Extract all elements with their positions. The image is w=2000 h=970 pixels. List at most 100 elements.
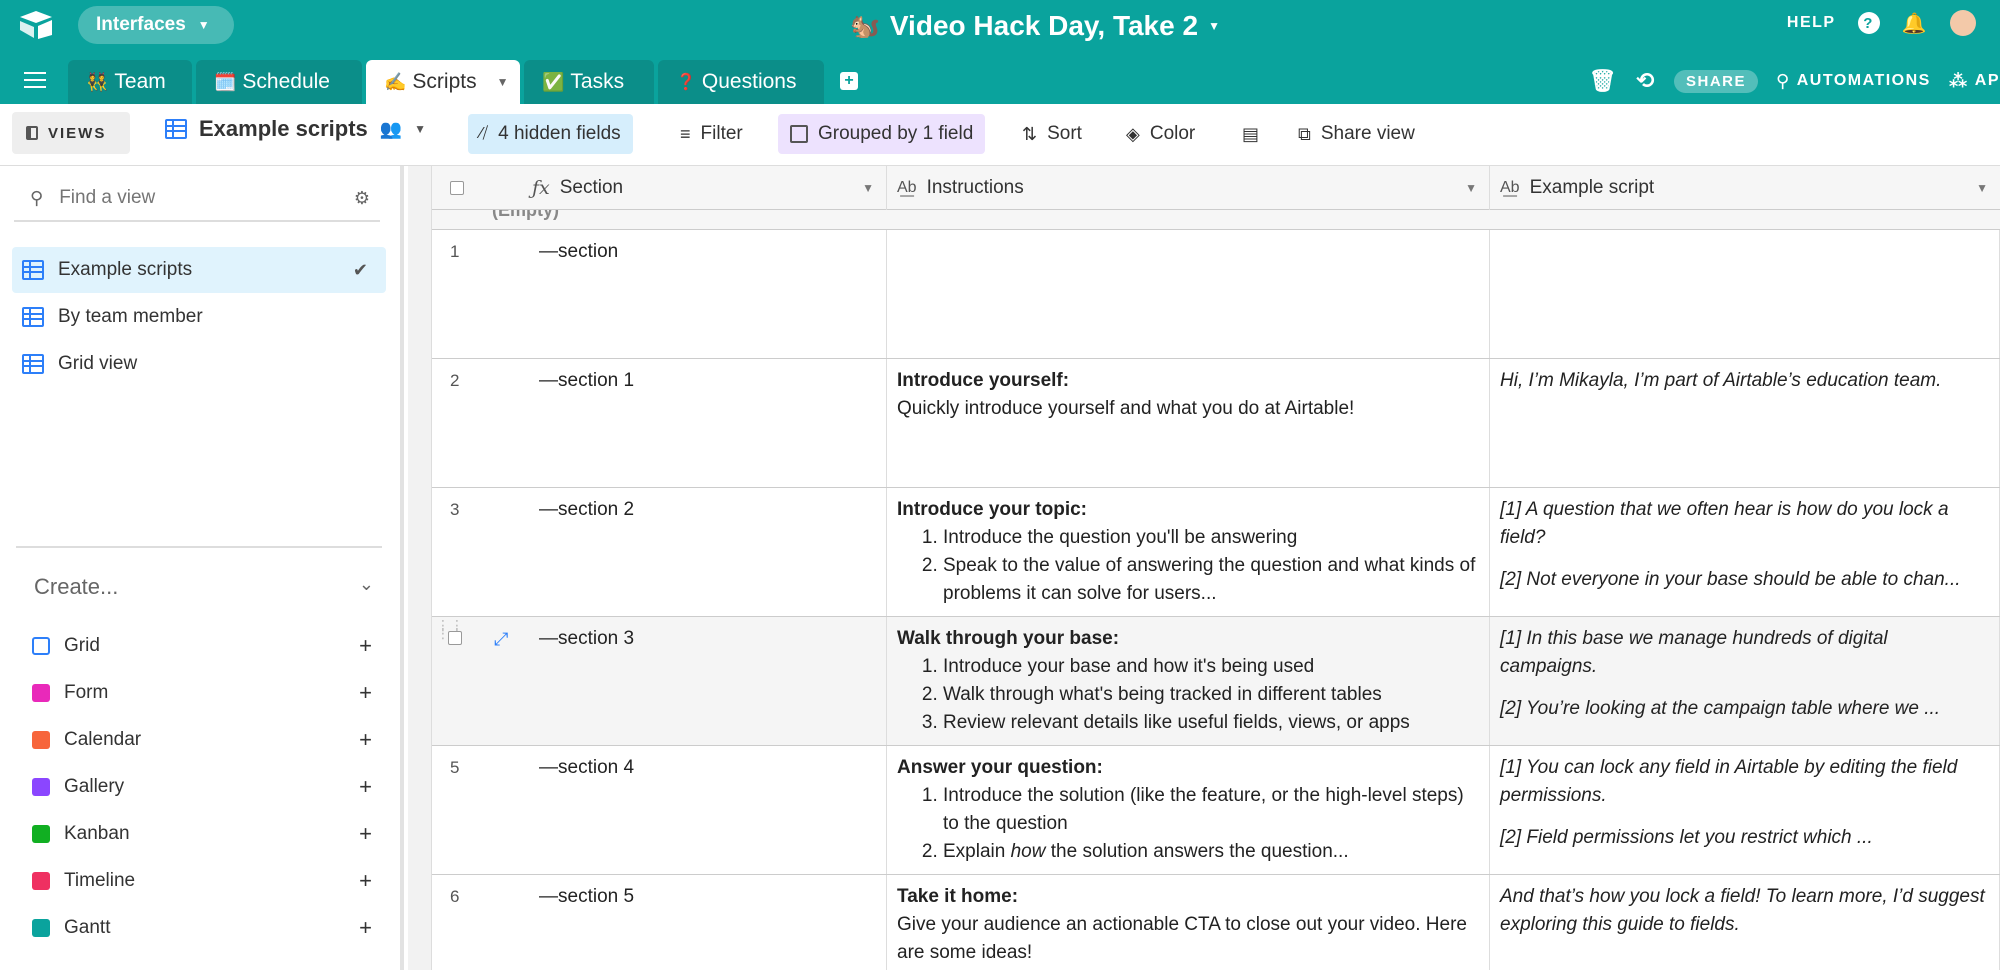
create-section-header[interactable]: Create... ⌄ — [34, 574, 374, 600]
avatar[interactable] — [1950, 10, 1976, 36]
create-timeline[interactable]: Timeline + — [32, 861, 372, 901]
section-value: —section 1 — [539, 370, 635, 391]
create-gantt[interactable]: Gantt + — [32, 908, 372, 948]
section-cell[interactable]: —section 1 — [432, 359, 887, 487]
table-row[interactable]: ⋮⋮⋮⋮ ⤢ —section 3 Walk through your base… — [432, 617, 2000, 746]
views-toggle-button[interactable]: VIEWS — [12, 112, 130, 154]
row-height-button[interactable]: ▤ — [1230, 114, 1271, 154]
section-value: —section — [539, 241, 619, 262]
instructions-cell[interactable]: Introduce your topic: Introduce the ques… — [887, 488, 1490, 616]
table-row[interactable]: 6 —section 5 Take it home: Give your aud… — [432, 875, 2000, 970]
help-label[interactable]: HELP — [1787, 14, 1836, 32]
share-view-label: Share view — [1320, 123, 1415, 144]
help-icon[interactable]: ? — [1857, 12, 1880, 34]
create-grid[interactable]: Grid + — [32, 626, 372, 666]
example-script-cell[interactable]: [1] You can lock any field in Airtable b… — [1490, 746, 2000, 874]
column-header-example-script[interactable]: A͟b Example script ▼ — [1490, 166, 2000, 210]
create-calendar[interactable]: Calendar + — [32, 720, 372, 760]
add-table-plus-icon[interactable]: + — [840, 72, 858, 90]
sidebar-item-example-scripts[interactable]: Example scripts ✔ — [12, 247, 386, 293]
plus-icon: + — [359, 680, 372, 705]
section-cell[interactable]: —section 4 — [432, 746, 887, 874]
column-label: Example script — [1529, 177, 1655, 198]
list-item: Review relevant details like useful fiel… — [943, 709, 1479, 737]
example-script-text: And that’s how you lock a field! To lear… — [1500, 886, 1985, 935]
instructions-cell[interactable]: Walk through your base: Introduce your b… — [887, 617, 1490, 745]
section-value: —section 3 — [539, 628, 635, 649]
section-cell[interactable]: —section 5 — [432, 875, 887, 970]
example-script-cell[interactable]: [1] In this base we manage hundreds of d… — [1490, 617, 2000, 745]
tab-team[interactable]: 👯 Team — [68, 60, 192, 104]
find-view-input[interactable] — [57, 186, 328, 210]
chevron-down-icon[interactable]: ▼ — [497, 75, 509, 89]
example-script-cell[interactable]: Hi, I’m Mikayla, I’m part of Airtable’s … — [1490, 359, 2000, 487]
base-title-button[interactable]: 🐿️ Video Hack Day, Take 2 ▼ — [850, 6, 1220, 46]
sort-button[interactable]: ⇅ Sort — [1010, 114, 1094, 154]
example-script-cell[interactable] — [1490, 230, 2000, 358]
create-item-label: Gantt — [64, 917, 111, 938]
create-form[interactable]: Form + — [32, 673, 372, 713]
menu-icon[interactable] — [24, 72, 46, 88]
chevron-down-icon[interactable]: ▼ — [862, 181, 874, 195]
example-script-cell[interactable]: [1] A question that we often hear is how… — [1490, 488, 2000, 616]
chevron-down-icon: ⌄ — [358, 574, 374, 594]
airtable-logo-icon[interactable] — [18, 10, 54, 40]
tab-schedule[interactable]: 🗓️ Schedule — [196, 60, 362, 104]
share-view-button[interactable]: ⧉ Share view — [1286, 114, 1427, 154]
create-item-label: Kanban — [64, 823, 130, 844]
tab-scripts[interactable]: ✍️ Scripts ▼ — [366, 60, 520, 104]
tab-tasks[interactable]: ✅ Tasks — [524, 60, 654, 104]
list-item: Explain how the solution answers the que… — [943, 838, 1479, 866]
select-all-checkbox[interactable] — [450, 181, 464, 195]
color-button[interactable]: ◈ Color — [1114, 114, 1207, 154]
interfaces-button[interactable]: Interfaces ▼ — [78, 6, 234, 44]
filter-button[interactable]: ≡ Filter — [668, 114, 755, 154]
instructions-cell[interactable]: Introduce yourself: Quickly introduce yo… — [887, 359, 1490, 487]
example-script-text: [2] Field permissions let you restrict w… — [1500, 827, 1873, 848]
column-header-section[interactable]: ƒx Section ▼ — [512, 166, 887, 210]
group-gutter — [408, 166, 432, 970]
instructions-title: Answer your question: — [897, 757, 1103, 778]
sidebar-item-grid-view[interactable]: Grid view — [12, 341, 386, 387]
hidden-fields-button[interactable]: ⁄⧸ 4 hidden fields — [468, 114, 633, 154]
table-row[interactable]: 1 —section — [432, 230, 2000, 359]
apps-button[interactable]: ⁂ AP — [1949, 71, 2000, 92]
section-cell[interactable]: —section 3 — [432, 617, 887, 745]
paint-bucket-icon: ◈ — [1126, 123, 1140, 144]
automations-icon: ⚲ — [1776, 70, 1791, 91]
create-gallery[interactable]: Gallery + — [32, 767, 372, 807]
example-script-text: [2] You’re looking at the campaign table… — [1500, 698, 1941, 719]
create-item-label: Gallery — [64, 776, 125, 797]
group-button[interactable]: Grouped by 1 field — [778, 114, 986, 154]
automations-button[interactable]: ⚲ AUTOMATIONS — [1776, 71, 1931, 92]
table-row[interactable]: 3 —section 2 Introduce your topic: Intro… — [432, 488, 2000, 617]
section-cell[interactable]: —section 2 — [432, 488, 887, 616]
plus-icon: + — [359, 915, 372, 940]
share-button[interactable]: SHARE — [1674, 69, 1759, 93]
group-header[interactable]: (Empty) — [432, 210, 2000, 230]
column-label: Instructions — [926, 177, 1024, 198]
create-item-label: Grid — [64, 635, 100, 656]
example-script-cell[interactable]: And that’s how you lock a field! To lear… — [1490, 875, 2000, 970]
section-cell[interactable]: —section — [432, 230, 887, 358]
chevron-down-icon[interactable]: ▼ — [1465, 181, 1477, 195]
plus-icon: + — [359, 774, 372, 799]
view-name-button[interactable]: Example scripts 👥 ▼ — [165, 116, 426, 142]
collaborative-view-icon: 👥 — [379, 118, 403, 139]
column-header-instructions[interactable]: A͟b Instructions ▼ — [887, 166, 1490, 210]
table-row[interactable]: 5 —section 4 Answer your question: Intro… — [432, 746, 2000, 875]
history-icon[interactable]: ⟲ — [1636, 68, 1656, 94]
instructions-cell[interactable] — [887, 230, 1490, 358]
instructions-cell[interactable]: Answer your question: Introduce the solu… — [887, 746, 1490, 874]
tab-questions[interactable]: ❓ Questions — [658, 60, 824, 104]
list-item: Introduce the question you'll be answeri… — [943, 524, 1479, 552]
eye-slash-icon: ⁄⧸ — [480, 125, 489, 142]
table-row[interactable]: 2 —section 1 Introduce yourself: Quickly… — [432, 359, 2000, 488]
sidebar-item-by-team-member[interactable]: By team member — [12, 294, 386, 340]
notifications-bell-icon[interactable]: 🔔 — [1902, 11, 1928, 36]
chevron-down-icon[interactable]: ▼ — [1976, 181, 1988, 195]
trash-icon[interactable]: 🗑 — [1589, 68, 1618, 94]
create-kanban[interactable]: Kanban + — [32, 814, 372, 854]
instructions-cell[interactable]: Take it home: Give your audience an acti… — [887, 875, 1490, 970]
gear-icon[interactable]: ⚙ — [354, 188, 370, 209]
